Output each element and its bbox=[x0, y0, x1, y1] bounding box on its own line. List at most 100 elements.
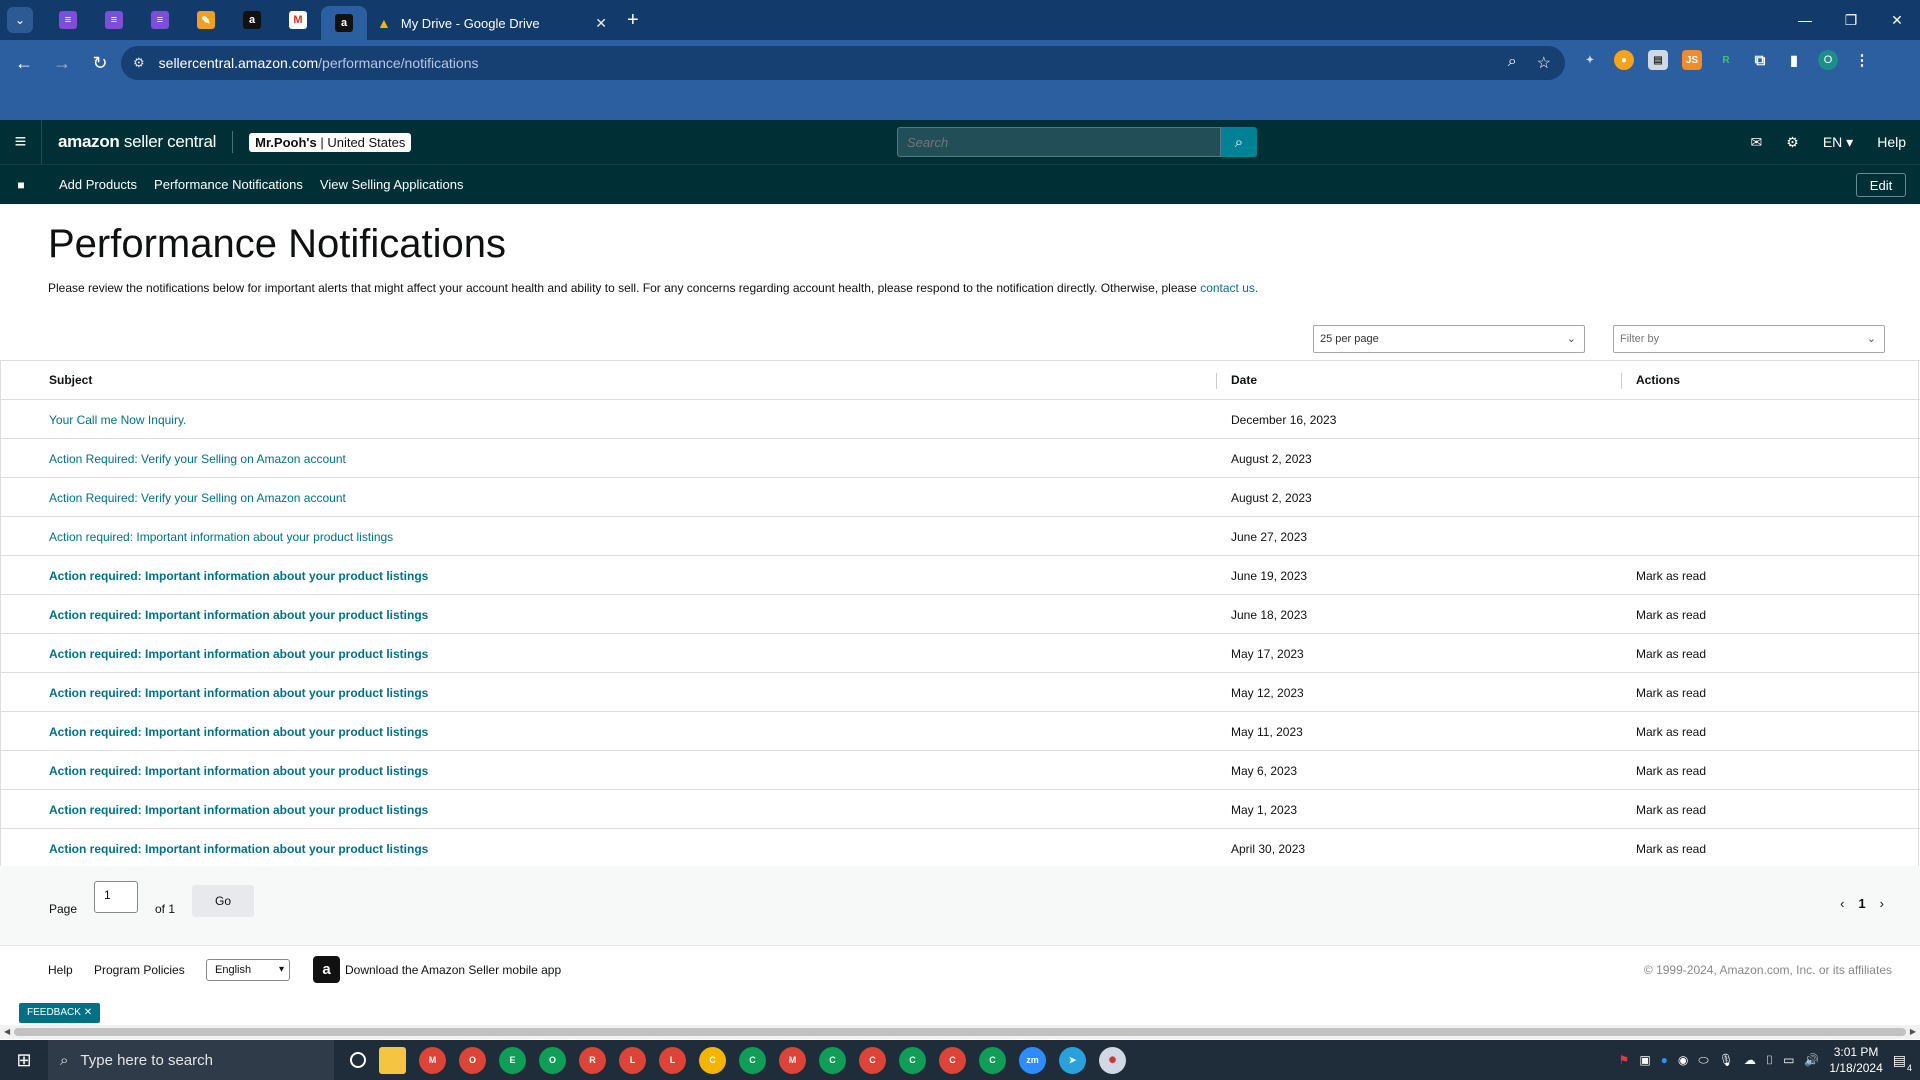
chevron-right-icon[interactable]: › bbox=[1880, 896, 1884, 911]
marketplace-switcher[interactable]: Mr.Pooh's | United States bbox=[249, 132, 412, 152]
page-number-input[interactable]: 1 bbox=[94, 881, 138, 913]
pinned-tab[interactable]: a bbox=[229, 0, 275, 40]
nav-add-products[interactable]: Add Products bbox=[59, 177, 137, 192]
chrome-tray-icon[interactable]: ◉ bbox=[1678, 1053, 1688, 1067]
edit-button[interactable]: Edit bbox=[1856, 173, 1906, 197]
per-page-select[interactable]: 25 per page ⌄ bbox=[1313, 325, 1585, 353]
mark-as-read-link[interactable]: Mark as read bbox=[1636, 725, 1706, 739]
chrome-icon[interactable]: E bbox=[499, 1046, 526, 1074]
mail-icon[interactable]: ✉ bbox=[1751, 134, 1763, 151]
search-input[interactable] bbox=[897, 127, 1221, 157]
pinned-tab[interactable]: ≡ bbox=[91, 0, 137, 40]
hamburger-menu-icon[interactable]: ≡ bbox=[0, 120, 42, 164]
extension-icon[interactable]: ✦ bbox=[1580, 50, 1600, 70]
file-explorer-icon[interactable] bbox=[379, 1046, 406, 1074]
filter-select[interactable]: Filter by ⌄ bbox=[1613, 325, 1885, 353]
contact-us-link[interactable]: contact us. bbox=[1200, 281, 1258, 295]
nav-view-selling-applications[interactable]: View Selling Applications bbox=[320, 177, 464, 192]
notification-subject-link[interactable]: Action required: Important information a… bbox=[49, 608, 428, 622]
chrome-icon[interactable]: C bbox=[979, 1046, 1006, 1074]
zoom-tray-icon[interactable]: ● bbox=[1661, 1053, 1668, 1067]
extension-icon[interactable]: JS bbox=[1682, 50, 1702, 70]
seller-central-logo[interactable]: amazon seller central bbox=[58, 132, 216, 152]
notification-subject-link[interactable]: Action required: Important information a… bbox=[49, 530, 393, 544]
amazon-app-icon[interactable]: a bbox=[313, 956, 340, 983]
reload-button[interactable]: ↻ bbox=[82, 45, 118, 81]
chevron-left-icon[interactable]: ‹ bbox=[1840, 896, 1844, 911]
notification-subject-link[interactable]: Action required: Important information a… bbox=[49, 803, 428, 817]
extension-icon[interactable]: R bbox=[1716, 50, 1736, 70]
column-subject[interactable]: Subject bbox=[49, 373, 92, 387]
mark-as-read-link[interactable]: Mark as read bbox=[1636, 842, 1706, 856]
chrome-icon[interactable]: C bbox=[819, 1046, 846, 1074]
gear-icon[interactable]: ⚙ bbox=[1786, 134, 1799, 151]
footer-language-select[interactable]: English ▾ bbox=[206, 959, 290, 981]
notification-subject-link[interactable]: Action required: Important information a… bbox=[49, 764, 428, 778]
zoom-app-icon[interactable]: zm bbox=[1019, 1046, 1046, 1074]
extensions-puzzle-icon[interactable]: ⧉ bbox=[1750, 50, 1770, 70]
pinned-tab[interactable]: ✎ bbox=[183, 0, 229, 40]
notification-subject-link[interactable]: Action required: Important information a… bbox=[49, 647, 428, 661]
side-panel-icon[interactable]: ▮ bbox=[1784, 50, 1804, 70]
back-button[interactable]: ← bbox=[6, 45, 42, 81]
antivirus-icon[interactable]: ⚑ bbox=[1619, 1053, 1630, 1067]
notification-subject-link[interactable]: Action required: Important information a… bbox=[49, 569, 428, 583]
feedback-button[interactable]: FEEDBACK ✕ bbox=[19, 1003, 101, 1023]
tab-google-drive[interactable]: ▲ My Drive - Google Drive ✕ bbox=[367, 6, 617, 40]
language-selector[interactable]: EN ▾ bbox=[1823, 134, 1853, 151]
windows-start-icon[interactable]: ⊞ bbox=[0, 1040, 48, 1080]
footer-help-link[interactable]: Help bbox=[48, 963, 73, 977]
notification-subject-link[interactable]: Action Required: Verify your Selling on … bbox=[49, 491, 346, 505]
chrome-icon[interactable]: O bbox=[539, 1046, 566, 1074]
tray-app-icon[interactable]: ▣ bbox=[1639, 1053, 1650, 1067]
onedrive-icon[interactable]: ☁ bbox=[1744, 1053, 1756, 1067]
chrome-icon[interactable]: M bbox=[779, 1046, 806, 1074]
mark-as-read-link[interactable]: Mark as read bbox=[1636, 647, 1706, 661]
mark-as-read-link[interactable]: Mark as read bbox=[1636, 569, 1706, 583]
chrome-icon[interactable]: L bbox=[619, 1046, 646, 1074]
scroll-left-arrow-icon[interactable]: ◀ bbox=[4, 1025, 10, 1039]
mark-as-read-link[interactable]: Mark as read bbox=[1636, 803, 1706, 817]
download-app-link[interactable]: Download the Amazon Seller mobile app bbox=[345, 963, 561, 977]
site-info-icon[interactable]: ⚙ bbox=[133, 55, 145, 71]
pinned-tab-active[interactable]: a bbox=[321, 6, 367, 40]
chrome-icon[interactable]: C bbox=[939, 1046, 966, 1074]
new-tab-button[interactable]: + bbox=[627, 9, 639, 32]
clock[interactable]: 3:01 PM 1/18/2024 bbox=[1829, 1044, 1882, 1076]
zoom-icon[interactable]: ⌕ bbox=[1508, 53, 1517, 73]
close-icon[interactable]: ✕ bbox=[595, 15, 607, 32]
tab-search-button[interactable]: ⌄ bbox=[7, 7, 33, 33]
current-page[interactable]: 1 bbox=[1858, 896, 1865, 911]
nav-performance-notifications[interactable]: Performance Notifications bbox=[154, 177, 303, 192]
pinned-tab[interactable]: ≡ bbox=[45, 0, 91, 40]
pinned-tab[interactable]: ≡ bbox=[137, 0, 183, 40]
search-button[interactable]: ⌕ bbox=[1221, 127, 1257, 157]
column-date[interactable]: Date bbox=[1231, 373, 1257, 387]
volume-icon[interactable]: 🔊 bbox=[1804, 1053, 1819, 1067]
chrome-icon[interactable]: C bbox=[699, 1046, 726, 1074]
chrome-icon[interactable]: M bbox=[419, 1046, 446, 1074]
extension-icon[interactable]: ▤ bbox=[1648, 50, 1668, 70]
restore-button[interactable]: ❐ bbox=[1828, 0, 1874, 40]
help-link[interactable]: Help bbox=[1877, 134, 1906, 150]
camera-icon[interactable]: ⌷ bbox=[1766, 1053, 1773, 1068]
bookmark-star-icon[interactable]: ☆ bbox=[1537, 53, 1551, 73]
app-icon[interactable]: ✺ bbox=[1099, 1046, 1126, 1074]
scroll-right-arrow-icon[interactable]: ▶ bbox=[1910, 1025, 1916, 1039]
forward-button[interactable]: → bbox=[44, 45, 80, 81]
notification-subject-link[interactable]: Your Call me Now Inquiry. bbox=[49, 413, 186, 427]
chrome-icon[interactable]: R bbox=[579, 1046, 606, 1074]
chrome-icon[interactable]: C bbox=[899, 1046, 926, 1074]
horizontal-scrollbar[interactable]: ◀ ▶ bbox=[0, 1025, 1920, 1039]
notifications-icon[interactable]: ▤ 4 bbox=[1893, 1052, 1912, 1073]
notification-subject-link[interactable]: Action required: Important information a… bbox=[49, 686, 428, 700]
chrome-icon[interactable]: O bbox=[459, 1046, 486, 1074]
chrome-icon[interactable]: L bbox=[659, 1046, 686, 1074]
mark-as-read-link[interactable]: Mark as read bbox=[1636, 686, 1706, 700]
mark-as-read-link[interactable]: Mark as read bbox=[1636, 764, 1706, 778]
more-menu-icon[interactable]: ⋮ bbox=[1852, 50, 1872, 70]
pinned-tab[interactable]: M bbox=[275, 0, 321, 40]
drive-icon[interactable]: ⬭ bbox=[1698, 1053, 1708, 1068]
bookmark-icon[interactable]: ■ bbox=[0, 178, 42, 192]
program-policies-link[interactable]: Program Policies bbox=[94, 963, 185, 977]
